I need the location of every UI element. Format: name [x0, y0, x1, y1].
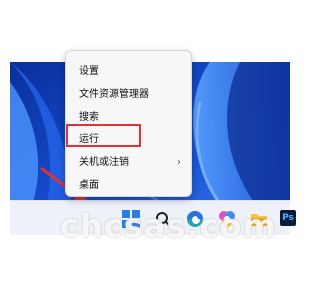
file-explorer-icon[interactable]	[250, 210, 268, 228]
menu-item-label: 关机或注销	[79, 157, 129, 168]
menu-item-shutdown-signout[interactable]: 关机或注销 ›	[66, 152, 191, 174]
menu-item-label: 设置	[79, 66, 99, 77]
taskbar: Ps	[10, 200, 296, 235]
run-highlight-box	[66, 124, 141, 147]
search-icon[interactable]	[154, 210, 172, 228]
menu-item-label: 桌面	[79, 180, 99, 191]
copilot-icon[interactable]	[218, 210, 236, 228]
menu-item-label: 文件资源管理器	[79, 89, 149, 100]
edge-icon[interactable]	[186, 210, 204, 228]
photoshop-icon[interactable]: Ps	[280, 210, 296, 226]
windows-start-icon[interactable]	[122, 210, 140, 228]
menu-item-desktop[interactable]: 桌面	[66, 175, 191, 197]
chevron-right-icon: ›	[177, 157, 181, 168]
menu-item-file-explorer[interactable]: 文件资源管理器	[66, 84, 191, 106]
menu-item-settings[interactable]: 设置	[66, 61, 191, 83]
